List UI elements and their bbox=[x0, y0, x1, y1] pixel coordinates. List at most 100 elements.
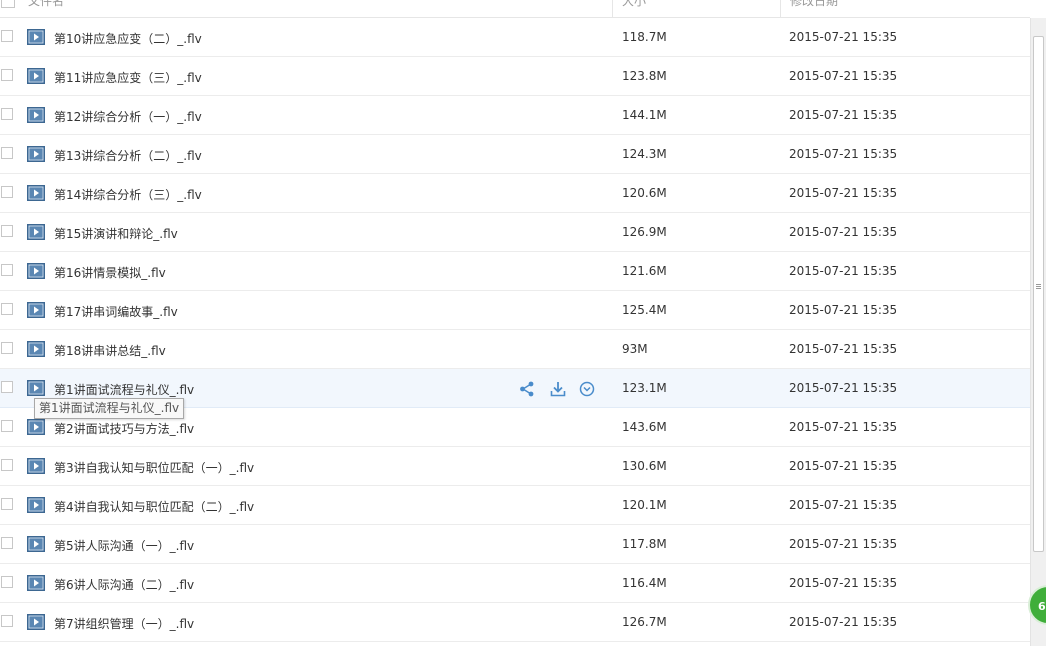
row-checkbox[interactable] bbox=[1, 381, 13, 393]
file-list-header: 文件名 大小 修改日期 bbox=[0, 0, 1030, 18]
file-size: 118.7M bbox=[622, 30, 667, 44]
row-checkbox[interactable] bbox=[1, 186, 13, 198]
filename-tooltip: 第1讲面试流程与礼仪_.flv bbox=[34, 398, 185, 419]
file-size: 123.1M bbox=[622, 381, 667, 395]
scrollbar-grip bbox=[1036, 288, 1041, 289]
file-modified-date: 2015-07-21 15:35 bbox=[789, 537, 898, 551]
video-file-icon bbox=[27, 146, 45, 162]
table-row[interactable]: 第4讲自我认知与职位匹配（二）_.flv 120.1M 2015-07-21 15:… bbox=[0, 486, 1030, 525]
row-checkbox[interactable] bbox=[1, 30, 13, 42]
table-row[interactable]: 第5讲人际沟通（一）_.flv 117.8M 2015-07-21 15:35 bbox=[0, 525, 1030, 564]
file-name-link[interactable]: 第17讲串词编故事_.flv bbox=[54, 303, 178, 320]
column-divider bbox=[780, 0, 781, 17]
file-size: 144.1M bbox=[622, 108, 667, 122]
file-name-link[interactable]: 第7讲组织管理（一）_.flv bbox=[54, 615, 194, 632]
column-header-name[interactable]: 文件名 bbox=[28, 0, 64, 9]
file-size: 120.1M bbox=[622, 498, 667, 512]
column-header-modified[interactable]: 修改日期 bbox=[790, 0, 838, 9]
video-file-icon bbox=[27, 419, 45, 435]
file-size: 93M bbox=[622, 342, 648, 356]
table-row[interactable]: 第7讲组织管理（一）_.flv 126.7M 2015-07-21 15:35 bbox=[0, 603, 1030, 642]
file-name-link[interactable]: 第2讲面试技巧与方法_.flv bbox=[54, 420, 194, 437]
file-name-link[interactable]: 第11讲应急应变（三）_.flv bbox=[54, 69, 202, 86]
file-modified-date: 2015-07-21 15:35 bbox=[789, 69, 898, 83]
video-file-icon bbox=[27, 185, 45, 201]
file-size: 143.6M bbox=[622, 420, 667, 434]
file-modified-date: 2015-07-21 15:35 bbox=[789, 459, 898, 473]
table-row[interactable]: 第15讲演讲和辩论_.flv 126.9M 2015-07-21 15:35 bbox=[0, 213, 1030, 252]
file-size: 117.8M bbox=[622, 537, 667, 551]
file-modified-date: 2015-07-21 15:35 bbox=[789, 576, 898, 590]
file-size: 124.3M bbox=[622, 147, 667, 161]
table-row[interactable]: 第14讲综合分析（三）_.flv 120.6M 2015-07-21 15:35 bbox=[0, 174, 1030, 213]
file-name-link[interactable]: 第1讲面试流程与礼仪_.flv bbox=[54, 381, 194, 398]
row-checkbox[interactable] bbox=[1, 459, 13, 471]
row-checkbox[interactable] bbox=[1, 225, 13, 237]
row-checkbox[interactable] bbox=[1, 498, 13, 510]
file-name-link[interactable]: 第5讲人际沟通（一）_.flv bbox=[54, 537, 194, 554]
file-size: 116.4M bbox=[622, 576, 667, 590]
file-modified-date: 2015-07-21 15:35 bbox=[789, 186, 898, 200]
file-name-link[interactable]: 第12讲综合分析（一）_.flv bbox=[54, 108, 202, 125]
video-file-icon bbox=[27, 263, 45, 279]
table-row[interactable]: 第13讲综合分析（二）_.flv 124.3M 2015-07-21 15:35 bbox=[0, 135, 1030, 174]
video-file-icon bbox=[27, 497, 45, 513]
row-checkbox[interactable] bbox=[1, 108, 13, 120]
row-checkbox[interactable] bbox=[1, 69, 13, 81]
file-modified-date: 2015-07-21 15:35 bbox=[789, 225, 898, 239]
table-row[interactable]: 第6讲人际沟通（二）_.flv 116.4M 2015-07-21 15:35 bbox=[0, 564, 1030, 603]
file-name-link[interactable]: 第13讲综合分析（二）_.flv bbox=[54, 147, 202, 164]
table-row[interactable]: 第18讲串讲总结_.flv 93M 2015-07-21 15:35 bbox=[0, 330, 1030, 369]
row-checkbox[interactable] bbox=[1, 147, 13, 159]
table-row[interactable]: 第3讲自我认知与职位匹配（一）_.flv 130.6M 2015-07-21 15:… bbox=[0, 447, 1030, 486]
scrollbar-grip bbox=[1036, 286, 1041, 287]
video-file-icon bbox=[27, 380, 45, 396]
row-checkbox[interactable] bbox=[1, 303, 13, 315]
video-file-icon bbox=[27, 68, 45, 84]
file-name-link[interactable]: 第16讲情景模拟_.flv bbox=[54, 264, 166, 281]
file-modified-date: 2015-07-21 15:35 bbox=[789, 381, 898, 395]
video-file-icon bbox=[27, 536, 45, 552]
file-name-link[interactable]: 第3讲自我认知与职位匹配（一）_.flv bbox=[54, 459, 254, 476]
file-modified-date: 2015-07-21 15:35 bbox=[789, 498, 898, 512]
column-header-size[interactable]: 大小 bbox=[622, 0, 646, 9]
video-file-icon bbox=[27, 575, 45, 591]
video-file-icon bbox=[27, 341, 45, 357]
file-modified-date: 2015-07-21 15:35 bbox=[789, 108, 898, 122]
file-size: 126.9M bbox=[622, 225, 667, 239]
table-row[interactable]: 第11讲应急应变（三）_.flv 123.8M 2015-07-21 15:35 bbox=[0, 57, 1030, 96]
file-name-link[interactable]: 第15讲演讲和辩论_.flv bbox=[54, 225, 178, 242]
file-modified-date: 2015-07-21 15:35 bbox=[789, 420, 898, 434]
row-checkbox[interactable] bbox=[1, 264, 13, 276]
download-icon[interactable] bbox=[549, 380, 567, 398]
file-size: 123.8M bbox=[622, 69, 667, 83]
row-checkbox[interactable] bbox=[1, 342, 13, 354]
row-checkbox[interactable] bbox=[1, 537, 13, 549]
file-name-link[interactable]: 第4讲自我认知与职位匹配（二）_.flv bbox=[54, 498, 254, 515]
file-modified-date: 2015-07-21 15:35 bbox=[789, 342, 898, 356]
table-row[interactable]: 第12讲综合分析（一）_.flv 144.1M 2015-07-21 15:35 bbox=[0, 96, 1030, 135]
file-name-link[interactable]: 第14讲综合分析（三）_.flv bbox=[54, 186, 202, 203]
table-row[interactable]: 第16讲情景模拟_.flv 121.6M 2015-07-21 15:35 bbox=[0, 252, 1030, 291]
file-size: 130.6M bbox=[622, 459, 667, 473]
video-file-icon bbox=[27, 614, 45, 630]
row-checkbox[interactable] bbox=[1, 576, 13, 588]
scrollbar-grip bbox=[1036, 284, 1041, 285]
video-file-icon bbox=[27, 224, 45, 240]
file-size: 126.7M bbox=[622, 615, 667, 629]
file-size: 125.4M bbox=[622, 303, 667, 317]
file-name-link[interactable]: 第6讲人际沟通（二）_.flv bbox=[54, 576, 194, 593]
row-checkbox[interactable] bbox=[1, 615, 13, 627]
table-row[interactable]: 第10讲应急应变（二）_.flv 118.7M 2015-07-21 15:35 bbox=[0, 18, 1030, 57]
file-name-link[interactable]: 第18讲串讲总结_.flv bbox=[54, 342, 166, 359]
file-name-link[interactable]: 第10讲应急应变（二）_.flv bbox=[54, 30, 202, 47]
vertical-scrollbar[interactable] bbox=[1030, 18, 1046, 646]
file-modified-date: 2015-07-21 15:35 bbox=[789, 30, 898, 44]
row-checkbox[interactable] bbox=[1, 420, 13, 432]
scrollbar-thumb[interactable] bbox=[1033, 36, 1044, 552]
share-icon[interactable] bbox=[518, 380, 536, 398]
more-dropdown-icon[interactable] bbox=[578, 380, 596, 398]
table-row[interactable]: 第17讲串词编故事_.flv 125.4M 2015-07-21 15:35 bbox=[0, 291, 1030, 330]
video-file-icon bbox=[27, 107, 45, 123]
select-all-checkbox[interactable] bbox=[1, 0, 15, 8]
